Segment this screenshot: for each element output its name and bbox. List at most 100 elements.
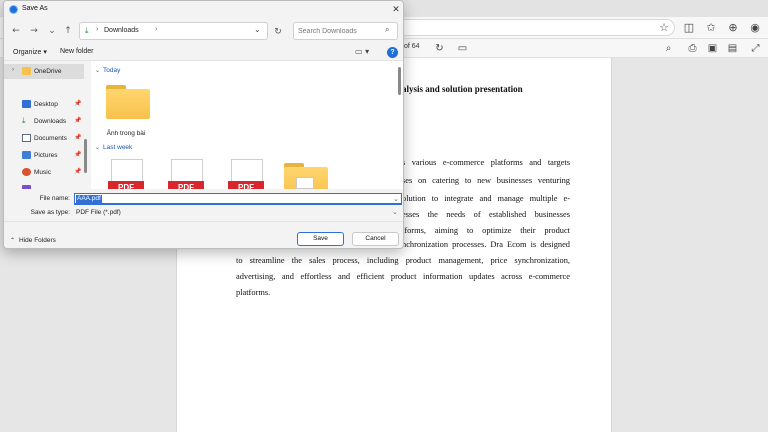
pdf-text-line: olution to integrate and manage multiple…: [402, 194, 570, 203]
chevron-right-icon[interactable]: ›: [155, 26, 157, 33]
navigation-pane: › OneDrive Desktop 📌 ⤓ Downloads 📌 Docum…: [4, 61, 90, 189]
save-button[interactable]: Save: [297, 232, 344, 246]
sidebar-item-label: Desktop: [34, 101, 58, 108]
folder-item[interactable]: [275, 157, 333, 189]
command-bar: Organize ▾ New folder ▭ ▾ ?: [4, 44, 403, 61]
downloads-icon: ⤓: [22, 116, 26, 125]
pin-icon[interactable]: 📌: [74, 117, 81, 124]
sidebar-scrollbar[interactable]: [84, 139, 87, 173]
pin-icon[interactable]: 📌: [74, 134, 81, 141]
pdf-text-line: to streamline the sales process, includi…: [236, 256, 570, 265]
file-name-input[interactable]: AAA.pdf ⌄: [74, 193, 402, 205]
search-input[interactable]: [298, 25, 382, 37]
sidebar-item-label: Downloads: [34, 118, 67, 125]
sidebar-item-pictures[interactable]: Pictures 📌: [4, 148, 84, 163]
desktop-icon: [22, 100, 31, 108]
pdf-text-line: esses the needs of established businesse…: [402, 210, 570, 219]
rotate-icon[interactable]: ↻: [432, 41, 447, 56]
sidebar-item-documents[interactable]: Documents 📌: [4, 131, 84, 146]
save-type-select[interactable]: PDF File (*.pdf) ⌄: [74, 207, 402, 219]
chevron-right-icon: ›: [96, 26, 99, 33]
chevron-right-icon[interactable]: ›: [12, 67, 14, 73]
downloads-icon: ⤓: [85, 26, 89, 35]
breadcrumb[interactable]: ⤓ › Downloads › ⌄: [79, 22, 268, 40]
chevron-down-icon[interactable]: ⌄: [95, 68, 100, 74]
new-folder-button[interactable]: New folder: [60, 48, 93, 55]
view-options-icon[interactable]: ▭ ▾: [355, 47, 369, 56]
chevron-down-icon[interactable]: ⌄: [254, 25, 261, 34]
folder-item[interactable]: Ảnh trong bài: [97, 79, 155, 149]
sidebar-item-label: Documents: [34, 135, 67, 142]
chevron-down-icon[interactable]: ⌄: [392, 208, 398, 216]
pdf-file-item[interactable]: PDF: [159, 159, 217, 189]
chevron-down-icon[interactable]: ⌄: [393, 195, 399, 203]
pin-icon[interactable]: 📌: [74, 168, 81, 175]
sidebar-item-videos[interactable]: [4, 182, 84, 189]
pdf-file-icon: PDF: [228, 159, 264, 189]
close-icon[interactable]: ✕: [390, 3, 402, 15]
forward-arrow-icon[interactable]: →: [28, 25, 40, 37]
help-icon[interactable]: ?: [387, 47, 398, 58]
sidebar-item-music[interactable]: Music 📌: [4, 165, 84, 180]
folder-item-label: Ảnh trong bài: [106, 130, 146, 137]
refresh-icon[interactable]: ↻: [272, 26, 284, 38]
pdf-file-item[interactable]: PDF: [219, 159, 277, 189]
dialog-titlebar: Save As ✕: [4, 1, 403, 18]
favorite-star-icon[interactable]: ☆: [656, 20, 672, 36]
pdf-badge: PDF: [108, 181, 144, 189]
folder-icon: [284, 163, 328, 189]
breadcrumb-downloads[interactable]: Downloads: [104, 27, 139, 34]
cancel-button[interactable]: Cancel: [352, 232, 399, 246]
split-screen-icon[interactable]: ◫: [681, 20, 697, 36]
pdf-text-line: s various e-commerce platforms and targe…: [402, 158, 570, 167]
chevron-up-icon: ⌃: [10, 238, 16, 244]
hide-folders-label: Hide Folders: [19, 237, 56, 244]
save-as-icon[interactable]: ▤: [725, 41, 740, 56]
organize-button[interactable]: Organize ▾: [13, 48, 47, 56]
folder-icon: [106, 85, 150, 119]
file-name-label: File name:: [39, 195, 70, 202]
back-arrow-icon[interactable]: ←: [10, 25, 22, 37]
file-list-scrollbar[interactable]: [398, 67, 401, 95]
hide-folders-button[interactable]: ⌃ Hide Folders: [10, 237, 56, 244]
pdf-file-icon: PDF: [168, 159, 204, 189]
search-icon: ⌕: [385, 25, 390, 34]
pdf-badge: PDF: [168, 181, 204, 189]
group-header-label: Last week: [103, 144, 133, 151]
pdf-file-item[interactable]: PDF: [99, 159, 157, 189]
pin-icon[interactable]: 📌: [74, 100, 81, 107]
fullscreen-icon[interactable]: ⤢: [748, 41, 763, 56]
save-as-dialog: Save As ✕ ← → ⌄ ↑ ⤓ › Downloads › ⌄ ↻ ⌕ …: [3, 0, 404, 249]
sidebar-item-onedrive[interactable]: › OneDrive: [4, 64, 84, 79]
recent-chevron-icon[interactable]: ⌄: [46, 25, 58, 37]
pdf-text-line: platforms.: [236, 288, 271, 297]
group-header-label: Today: [103, 67, 121, 74]
sidebar-item-downloads[interactable]: ⤓ Downloads 📌: [4, 114, 84, 129]
copilot-icon[interactable]: ◉: [747, 20, 763, 36]
save-fields: File name: AAA.pdf ⌄ Save as type: PDF F…: [4, 189, 403, 219]
group-header-last-week[interactable]: ⌄ Last week: [95, 144, 132, 151]
up-arrow-icon[interactable]: ↑: [62, 25, 74, 37]
pictures-icon: [22, 151, 31, 159]
dialog-title: Save As: [22, 5, 48, 12]
save-type-value: PDF File (*.pdf): [76, 209, 121, 216]
pdf-file-icon: PDF: [108, 159, 144, 189]
favorites-icon[interactable]: ✩: [703, 20, 719, 36]
save-icon[interactable]: ▣: [705, 41, 720, 56]
page-view-icon[interactable]: ▭: [455, 41, 470, 56]
chevron-down-icon[interactable]: ⌄: [95, 145, 100, 151]
pdf-badge: PDF: [228, 181, 264, 189]
search-box[interactable]: ⌕: [293, 22, 398, 40]
collections-icon[interactable]: ⊕: [725, 20, 741, 36]
sidebar-item-desktop[interactable]: Desktop 📌: [4, 97, 84, 112]
documents-icon: [22, 134, 31, 142]
pin-icon[interactable]: 📌: [74, 151, 81, 158]
save-type-label: Save as type:: [30, 209, 70, 216]
dialog-nav-bar: ← → ⌄ ↑ ⤓ › Downloads › ⌄ ↻ ⌕: [4, 18, 403, 44]
file-name-value[interactable]: AAA.pdf: [76, 195, 102, 203]
group-header-today[interactable]: ⌄ Today: [95, 67, 120, 74]
find-icon[interactable]: ⌕: [661, 41, 676, 56]
pdf-text-line: ses on catering to new businesses ventur…: [402, 176, 570, 185]
print-icon[interactable]: ⎙: [685, 41, 700, 56]
pdf-heading: alysis and solution presentation: [402, 84, 523, 94]
